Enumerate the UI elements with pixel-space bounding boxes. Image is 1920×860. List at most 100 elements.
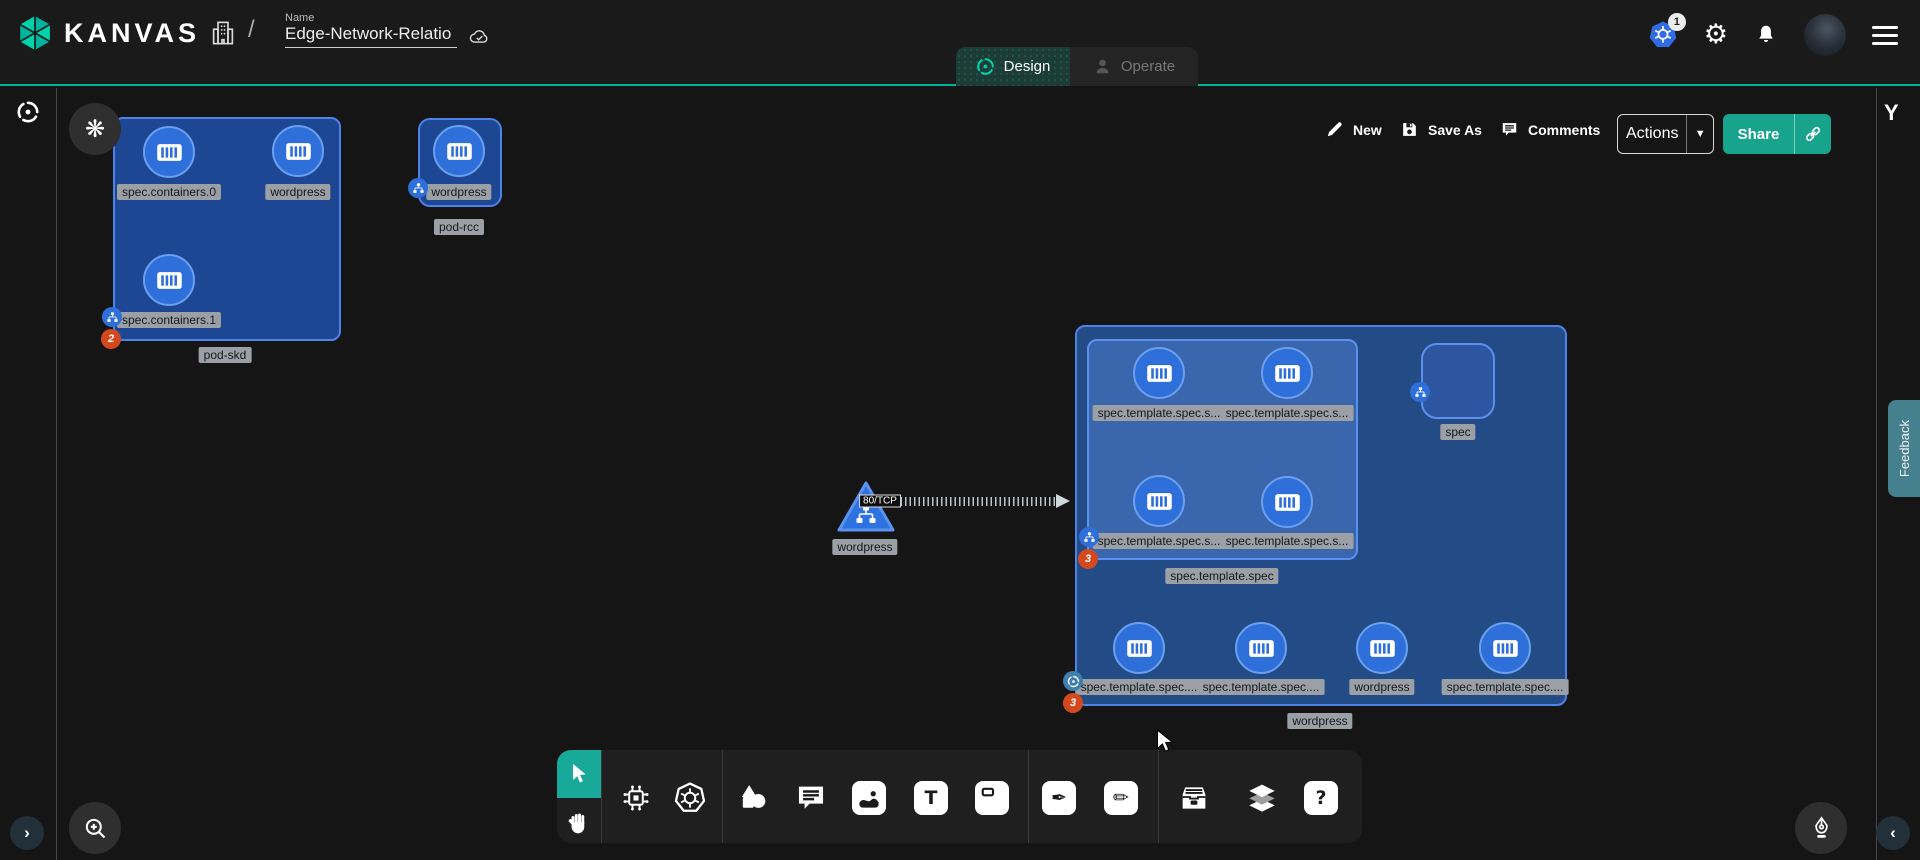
actions-caret-icon[interactable]: ▼ [1687, 128, 1713, 140]
relationship-badge-icon[interactable] [102, 307, 122, 327]
validation-panel-icon[interactable]: Y [1884, 100, 1899, 126]
new-pencil-icon [1325, 120, 1344, 139]
container-node[interactable] [1261, 347, 1313, 399]
node-label: spec.template.spec.... [1198, 679, 1325, 695]
breadcrumb-slash: / [248, 16, 255, 44]
new-button[interactable]: New [1325, 120, 1382, 139]
issue-count-badge[interactable]: 3 [1078, 549, 1098, 569]
relationship-badge-icon[interactable] [1410, 382, 1430, 402]
share-button[interactable]: Share [1723, 114, 1831, 154]
node-label: spec.template.spec.s... [1221, 533, 1354, 549]
tab-operate-label: Operate [1121, 58, 1175, 75]
node-label: wordpress [265, 184, 330, 200]
node-label: wordpress [426, 184, 491, 200]
node-spec[interactable] [1421, 343, 1495, 419]
design-name-value[interactable]: Edge-Network-Relatio [285, 24, 457, 48]
save-as-label: Save As [1428, 122, 1482, 138]
zoom-button[interactable] [69, 802, 121, 854]
comments-label: Comments [1528, 122, 1600, 138]
copy-link-icon[interactable] [1795, 124, 1831, 144]
comments-button[interactable]: Comments [1500, 120, 1600, 139]
comment-tool-button[interactable] [793, 780, 829, 816]
tab-design-label: Design [1004, 58, 1051, 75]
shapes-tool-button[interactable] [735, 780, 771, 816]
design-spiral-icon [976, 57, 995, 76]
image-tool-button[interactable] [852, 781, 886, 815]
actions-label: Actions [1618, 115, 1687, 153]
kanvas-logo[interactable]: KANVAS [16, 14, 200, 52]
menu-hamburger-icon[interactable] [1872, 26, 1898, 45]
help-label: ? [1315, 787, 1326, 809]
node-label: spec.containers.1 [117, 312, 221, 328]
design-name-field[interactable]: Name Edge-Network-Relatio [285, 12, 457, 48]
issue-count-badge[interactable]: 3 [1063, 693, 1083, 713]
layers-button[interactable] [1244, 780, 1280, 816]
container-node[interactable] [1356, 622, 1408, 674]
meshsync-badge-icon[interactable] [1063, 671, 1083, 691]
group-spec-template-spec[interactable] [1087, 339, 1358, 560]
node-label: spec [1440, 424, 1475, 440]
kubernetes-context-button[interactable]: 1 [1648, 20, 1678, 50]
save-floppy-icon [1400, 120, 1419, 139]
group-label: wordpress [1287, 713, 1352, 729]
right-rail-divider [1876, 88, 1877, 860]
user-avatar[interactable] [1804, 14, 1846, 56]
node-label: spec.template.spec.... [1442, 679, 1569, 695]
relationship-badge-icon[interactable] [408, 178, 428, 198]
settings-gear-icon[interactable]: ⚙ [1704, 20, 1728, 50]
container-node[interactable] [143, 254, 195, 306]
relationship-badge-icon[interactable] [1079, 527, 1099, 547]
container-node[interactable] [1113, 622, 1165, 674]
container-node[interactable] [433, 125, 485, 177]
issue-count-badge[interactable]: 2 [101, 329, 121, 349]
mouse-cursor [1152, 728, 1178, 754]
notifications-bell-icon[interactable] [1754, 22, 1778, 48]
group-label: pod-rcc [434, 219, 484, 235]
archive-drawer-button[interactable] [1176, 780, 1212, 816]
container-node[interactable] [1133, 475, 1185, 527]
text-tool-button[interactable]: T [914, 781, 948, 815]
pen-mode-button[interactable] [1795, 802, 1847, 854]
tab-design[interactable]: Design [956, 47, 1070, 86]
expand-left-panel-button[interactable]: › [10, 816, 44, 850]
meshery-spiral-icon[interactable] [16, 100, 40, 124]
service-triangle-node[interactable] [834, 478, 898, 538]
save-as-button[interactable]: Save As [1400, 120, 1482, 139]
components-tool-button[interactable] [618, 780, 654, 816]
left-rail-divider [56, 88, 57, 860]
node-label: wordpress [832, 539, 897, 555]
text-tool-label: T [925, 787, 938, 809]
logo-text: KANVAS [64, 18, 200, 49]
node-label: spec.template.spec.... [1076, 679, 1203, 695]
toolbar-divider [1158, 750, 1159, 843]
group-label: spec.template.spec [1165, 568, 1278, 584]
share-label: Share [1723, 114, 1795, 154]
container-node[interactable] [272, 125, 324, 177]
actions-dropdown-button[interactable]: Actions ▼ [1617, 114, 1714, 154]
pencil-tool-button[interactable]: ✏ [1104, 781, 1138, 815]
kubernetes-tool-button[interactable] [672, 780, 708, 816]
node-label: spec.template.spec.s... [1093, 533, 1226, 549]
cloud-saved-icon [466, 26, 492, 48]
note-tool-button[interactable] [975, 781, 1009, 815]
container-node[interactable] [1133, 347, 1185, 399]
select-tool-button[interactable] [557, 750, 601, 798]
container-node[interactable] [1479, 622, 1531, 674]
container-node[interactable] [143, 126, 195, 178]
organization-icon[interactable] [208, 16, 238, 50]
kanvas-hex-icon [16, 14, 54, 52]
pen-tool-button[interactable]: ✒ [1042, 781, 1076, 815]
new-label: New [1353, 122, 1382, 138]
network-edge[interactable] [896, 497, 1058, 506]
pan-hand-tool-button[interactable] [563, 807, 595, 839]
name-field-label: Name [285, 12, 457, 24]
comments-bubble-icon [1500, 120, 1519, 139]
container-node[interactable] [1235, 622, 1287, 674]
feedback-tab[interactable]: Feedback [1888, 400, 1920, 497]
help-button[interactable]: ? [1304, 781, 1338, 815]
cluster-flower-button[interactable]: ❋ [69, 103, 121, 155]
operate-person-icon [1093, 57, 1112, 76]
container-node[interactable] [1261, 476, 1313, 528]
collapse-right-panel-button[interactable]: ‹ [1876, 816, 1910, 850]
tab-operate[interactable]: Operate [1070, 47, 1198, 86]
